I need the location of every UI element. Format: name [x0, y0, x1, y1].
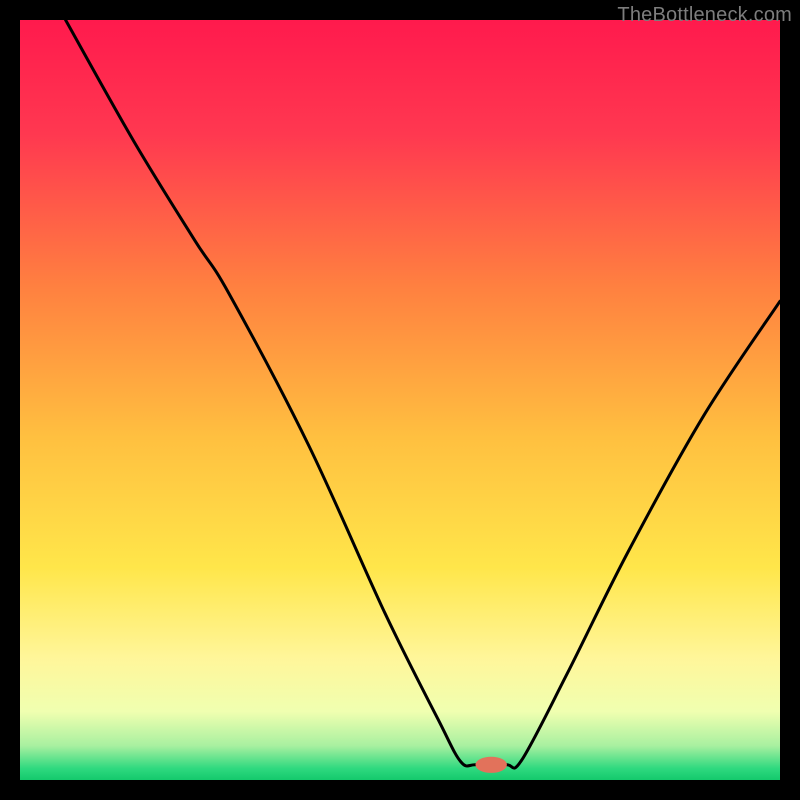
chart-frame: { "watermark": "TheBottleneck.com", "col…	[0, 0, 800, 800]
bottleneck-chart	[20, 20, 780, 780]
watermark-label: TheBottleneck.com	[617, 4, 792, 27]
gradient-bg	[20, 20, 780, 780]
optimal-marker	[476, 757, 506, 772]
